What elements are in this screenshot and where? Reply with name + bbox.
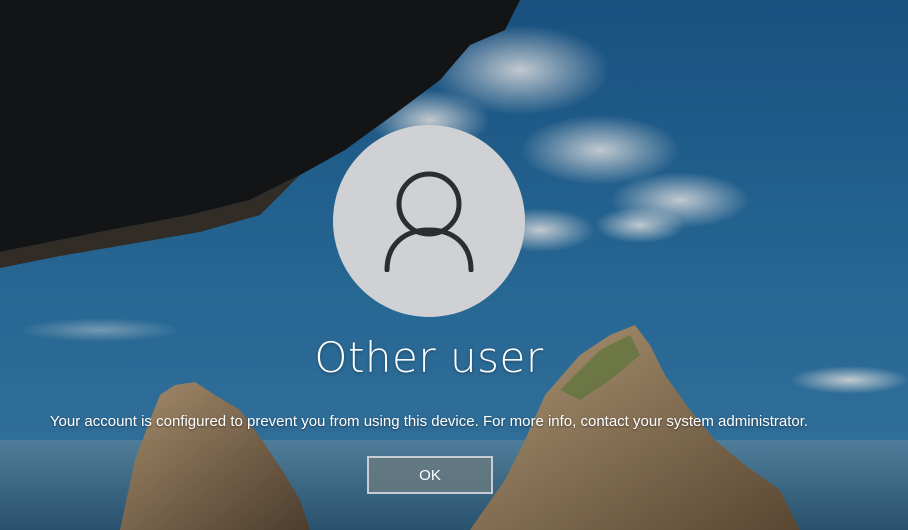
ok-button[interactable]: OK bbox=[367, 456, 493, 494]
lock-screen: Other user Your account is configured to… bbox=[0, 0, 908, 530]
user-name: Other user bbox=[314, 333, 544, 382]
user-silhouette-icon bbox=[384, 171, 474, 272]
account-blocked-message: Your account is configured to prevent yo… bbox=[49, 413, 809, 430]
user-avatar bbox=[333, 125, 525, 317]
